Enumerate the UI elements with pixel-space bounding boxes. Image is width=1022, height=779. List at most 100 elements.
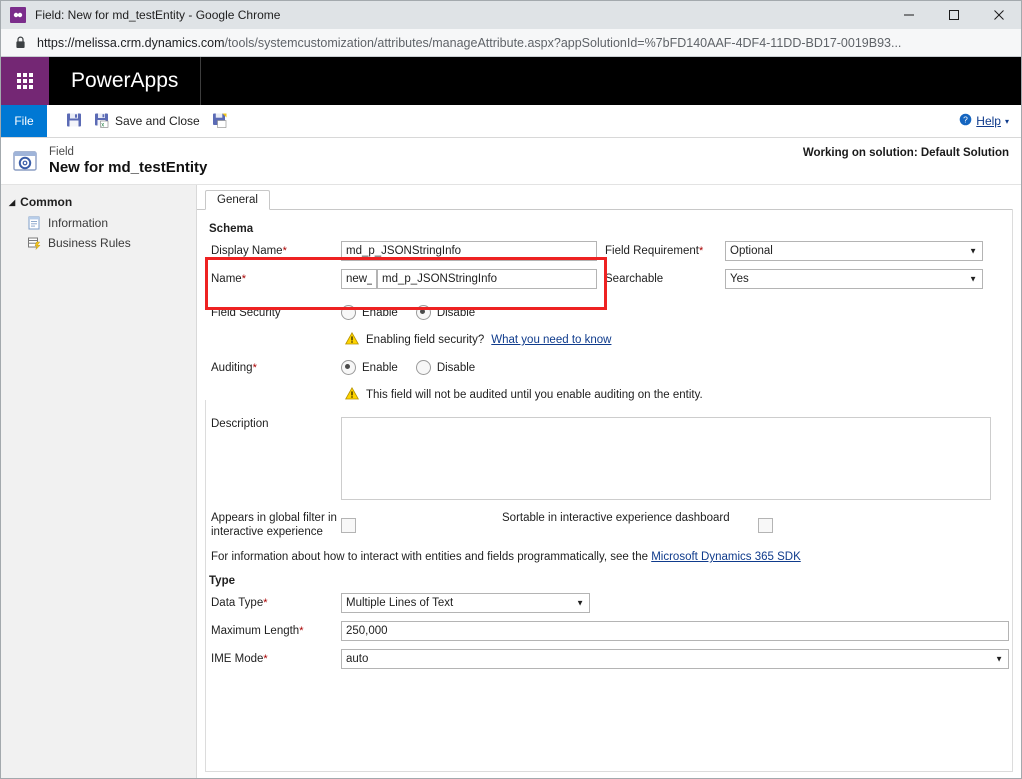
required-asterisk: * <box>252 361 257 374</box>
save-and-close-button[interactable]: x Save and Close <box>88 108 206 134</box>
help-button[interactable]: ? Help ▾ <box>959 105 1021 137</box>
svg-text:?: ? <box>963 115 968 125</box>
window-title-bar: Field: New for md_testEntity - Google Ch… <box>1 1 1021 29</box>
page-favicon-icon <box>10 7 26 23</box>
auditing-warning: This field will not be audited until you… <box>345 386 1011 403</box>
save-and-close-icon: x <box>94 112 110 131</box>
maximize-button[interactable] <box>931 1 976 29</box>
url-host: https://melissa.crm.dynamics.com <box>37 35 225 50</box>
window-title: Field: New for md_testEntity - Google Ch… <box>35 8 281 22</box>
sidebar-item-information[interactable]: Information <box>1 213 196 233</box>
radio-label: Disable <box>436 361 476 374</box>
auditing-enable-option[interactable]: Enable <box>341 360 398 375</box>
minimize-button[interactable] <box>886 1 931 29</box>
field-form-pane: General Schema Display Name* Field Requi… <box>197 185 1021 778</box>
required-asterisk: * <box>299 625 304 637</box>
sidebar-item-label: Business Rules <box>48 236 131 250</box>
searchable-select-wrap: Yes ▼ <box>725 269 983 289</box>
information-page-icon <box>27 216 41 230</box>
form-left-divider <box>205 400 206 772</box>
global-filter-checkbox[interactable] <box>341 518 356 533</box>
left-navigation-sidebar: ◢ Common Information Business Rules <box>1 185 197 778</box>
name-input[interactable] <box>377 269 597 289</box>
help-circle-icon: ? <box>959 113 972 129</box>
description-label: Description <box>211 418 269 430</box>
radio-button-selected[interactable] <box>341 360 356 375</box>
schema-name-input-group <box>341 269 597 289</box>
required-asterisk: * <box>282 245 287 257</box>
browser-window: Field: New for md_testEntity - Google Ch… <box>0 0 1022 779</box>
command-ribbon: File x Save and Close ? Help ▾ <box>1 105 1021 138</box>
name-prefix-input[interactable] <box>341 269 377 289</box>
svg-text:x: x <box>101 122 104 128</box>
field-security-warning-text: Enabling field security? <box>366 334 485 346</box>
radio-button-selected[interactable] <box>415 305 431 320</box>
chevron-down-icon: ▾ <box>1004 116 1009 126</box>
solution-context-note: Working on solution: Default Solution <box>802 147 1009 159</box>
sidebar-item-business-rules[interactable]: Business Rules <box>1 233 196 253</box>
searchable-select[interactable]: Yes <box>725 269 983 289</box>
form-bottom-divider <box>205 771 1013 772</box>
browser-address-bar[interactable]: https://melissa.crm.dynamics.com/tools/s… <box>1 29 1021 57</box>
field-requirement-label: Field Requirement* <box>605 245 704 257</box>
field-security-label: Field Security <box>211 306 281 319</box>
page-title: New for md_testEntity <box>49 159 208 176</box>
sidebar-item-label: Information <box>48 216 109 230</box>
what-you-need-to-know-link[interactable]: What you need to know <box>491 334 611 346</box>
required-asterisk: * <box>263 597 268 609</box>
sidebar-group-label: Common <box>20 195 73 209</box>
save-button[interactable] <box>60 108 88 134</box>
required-asterisk: * <box>241 273 246 285</box>
global-filter-label: Appears in global filter in interactive … <box>211 512 337 538</box>
data-type-label: Data Type* <box>211 597 268 609</box>
searchable-label: Searchable <box>605 273 664 285</box>
content-area: ◢ Common Information Business Rules Gene… <box>1 184 1021 778</box>
schema-section-title: Schema <box>209 223 254 235</box>
file-menu-button[interactable]: File <box>1 105 47 137</box>
ime-mode-label: IME Mode* <box>211 653 268 665</box>
powerapps-brand[interactable]: PowerApps <box>49 57 202 105</box>
ime-mode-select[interactable]: auto <box>341 649 1009 669</box>
field-security-warning: Enabling field security? What you need t… <box>345 331 1011 348</box>
maximum-length-label: Maximum Length* <box>211 625 304 637</box>
data-type-select-wrap: Multiple Lines of Text ▼ <box>341 593 590 613</box>
lock-icon <box>15 36 26 49</box>
tab-general[interactable]: General <box>205 190 270 210</box>
dynamics-365-sdk-link[interactable]: Microsoft Dynamics 365 SDK <box>651 551 801 563</box>
app-launcher-waffle-icon[interactable] <box>1 57 49 105</box>
form-tab-strip: General <box>197 189 1021 210</box>
warning-triangle-icon <box>345 331 359 348</box>
required-asterisk: * <box>263 653 268 665</box>
radio-button[interactable] <box>415 360 431 375</box>
powerapps-header: PowerApps <box>1 57 1021 105</box>
display-name-input[interactable] <box>341 241 597 261</box>
field-security-disable-option[interactable]: Disable <box>415 305 475 320</box>
window-controls <box>886 1 1021 29</box>
url-text: https://melissa.crm.dynamics.com/tools/s… <box>37 36 901 50</box>
field-requirement-select-wrap: Optional ▼ <box>725 241 983 261</box>
maximum-length-input[interactable] <box>341 621 1009 641</box>
close-button[interactable] <box>976 1 1021 29</box>
field-requirement-select[interactable]: Optional <box>725 241 983 261</box>
business-rules-icon <box>27 236 41 250</box>
radio-label: Enable <box>362 361 398 374</box>
description-textarea[interactable] <box>341 417 991 500</box>
page-header: Field New for md_testEntity Working on s… <box>1 138 1021 184</box>
page-subtitle: Field <box>49 146 74 158</box>
display-name-label: Display Name* <box>211 245 287 257</box>
save-floppy-icon <box>66 112 82 131</box>
sidebar-group-common[interactable]: ◢ Common <box>1 193 196 213</box>
url-path: /tools/systemcustomization/attributes/ma… <box>224 35 902 50</box>
new-record-button[interactable] <box>206 108 234 134</box>
new-record-icon <box>212 112 228 131</box>
save-and-close-label: Save and Close <box>115 114 200 128</box>
sdk-info-note: For information about how to interact wi… <box>207 551 1011 563</box>
field-security-enable-option[interactable]: Enable <box>341 305 398 320</box>
sortable-interactive-label: Sortable in interactive experience dashb… <box>502 512 730 524</box>
auditing-disable-option[interactable]: Disable <box>415 360 476 375</box>
radio-button[interactable] <box>341 305 356 320</box>
form-right-divider <box>1012 209 1013 772</box>
data-type-select[interactable]: Multiple Lines of Text <box>341 593 590 613</box>
sortable-interactive-checkbox[interactable] <box>757 518 773 533</box>
type-section-title: Type <box>209 575 235 587</box>
